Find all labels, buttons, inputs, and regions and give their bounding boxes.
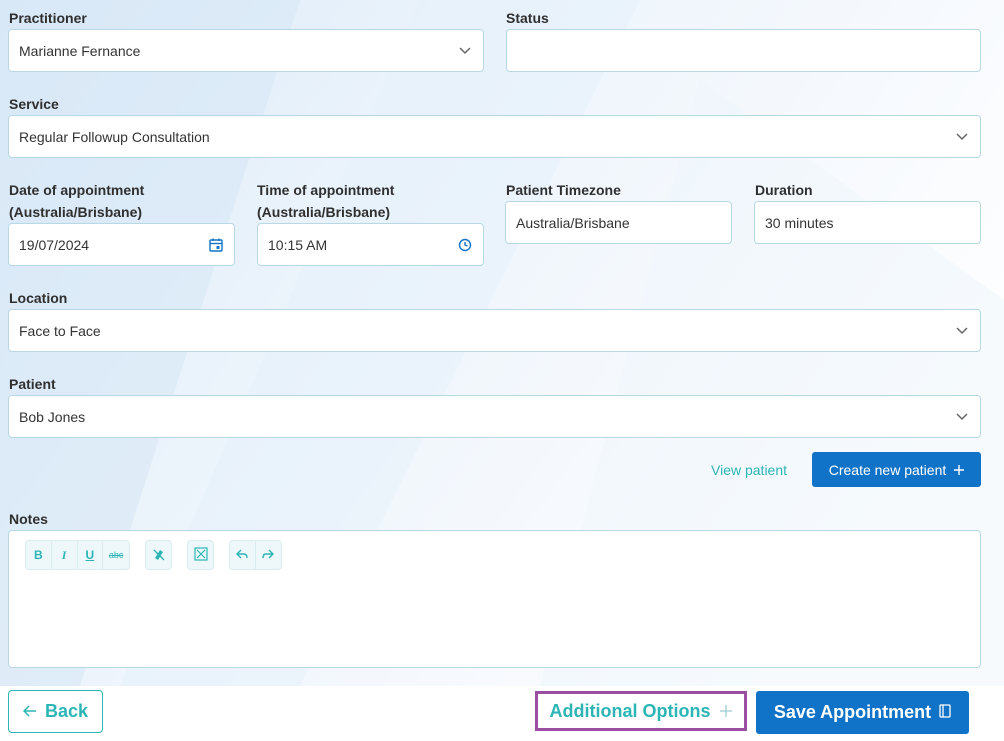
location-select[interactable]: Face to Face — [8, 309, 981, 352]
notes-label: Notes — [9, 511, 48, 527]
date-input[interactable]: 19/07/2024 — [8, 223, 235, 266]
create-new-patient-button[interactable]: Create new patient — [812, 452, 981, 487]
italic-button[interactable]: I — [52, 541, 78, 569]
timezone-value: Australia/Brisbane — [516, 214, 630, 231]
status-field[interactable] — [506, 29, 981, 72]
additional-options-label: Additional Options — [549, 700, 711, 721]
practitioner-value: Marianne Fernance — [19, 42, 141, 59]
duration-label: Duration — [755, 182, 813, 198]
back-button[interactable]: Back — [8, 690, 103, 733]
time-input[interactable]: 10:15 AM — [257, 223, 484, 266]
plus-icon — [720, 701, 733, 722]
timezone-field[interactable]: Australia/Brisbane — [505, 201, 732, 244]
clear-format-icon — [152, 547, 166, 564]
time-label-line1: Time of appointment — [257, 182, 395, 198]
notes-editor[interactable]: B I U abc — [8, 530, 981, 668]
date-label: Date of appointment (Australia/Brisbane) — [9, 179, 144, 223]
date-value: 19/07/2024 — [19, 236, 90, 253]
patient-value: Bob Jones — [19, 408, 86, 425]
create-new-patient-label: Create new patient — [828, 461, 947, 478]
fullscreen-button[interactable] — [188, 541, 213, 569]
chevron-down-icon — [954, 323, 970, 339]
back-label: Back — [44, 701, 89, 721]
undo-icon — [236, 548, 248, 562]
time-value: 10:15 AM — [268, 236, 328, 253]
notebook-icon — [939, 702, 951, 723]
appointment-form: Practitioner Marianne Fernance Status Se… — [0, 0, 1004, 686]
duration-value: 30 minutes — [765, 214, 834, 231]
clear-format-button[interactable] — [146, 541, 171, 569]
underline-button[interactable]: U — [78, 541, 104, 569]
service-label: Service — [9, 96, 59, 112]
date-label-line2: (Australia/Brisbane) — [9, 204, 143, 220]
time-label-line2: (Australia/Brisbane) — [257, 204, 391, 220]
undo-button[interactable] — [230, 541, 256, 569]
redo-button[interactable] — [256, 541, 281, 569]
save-appointment-button[interactable]: Save Appointment — [756, 691, 969, 734]
view-patient-link[interactable]: View patient — [711, 459, 787, 481]
bold-button[interactable]: B — [26, 541, 52, 569]
footer-bar: Back Additional Options Save Appointment — [0, 686, 1004, 741]
timezone-label: Patient Timezone — [506, 182, 621, 198]
time-label: Time of appointment (Australia/Brisbane) — [257, 179, 394, 223]
practitioner-label: Practitioner — [9, 10, 87, 26]
fullscreen-icon — [193, 546, 208, 564]
date-label-line1: Date of appointment — [9, 182, 145, 198]
practitioner-select[interactable]: Marianne Fernance — [8, 29, 484, 72]
service-value: Regular Followup Consultation — [19, 128, 210, 145]
redo-icon — [262, 548, 275, 562]
history-toolbar-group — [229, 540, 282, 570]
strikethrough-button[interactable]: abc — [103, 541, 129, 569]
chevron-down-icon — [954, 409, 970, 425]
patient-label: Patient — [9, 376, 56, 392]
plus-icon — [954, 462, 965, 478]
view-toolbar-group — [187, 540, 214, 570]
location-value: Face to Face — [19, 322, 101, 339]
patient-select[interactable]: Bob Jones — [8, 395, 981, 438]
duration-field[interactable]: 30 minutes — [754, 201, 981, 244]
format-toolbar-group: B I U abc — [25, 540, 130, 570]
additional-options-button[interactable]: Additional Options — [535, 691, 747, 731]
calendar-icon[interactable] — [208, 237, 224, 253]
service-select[interactable]: Regular Followup Consultation — [8, 115, 981, 158]
save-appointment-label: Save Appointment — [773, 702, 932, 722]
clock-icon[interactable] — [457, 237, 473, 253]
status-label: Status — [506, 10, 549, 26]
chevron-down-icon — [954, 129, 970, 145]
location-label: Location — [9, 290, 68, 306]
clear-toolbar-group — [145, 540, 172, 570]
arrow-left-icon — [22, 701, 37, 722]
chevron-down-icon — [457, 43, 473, 59]
